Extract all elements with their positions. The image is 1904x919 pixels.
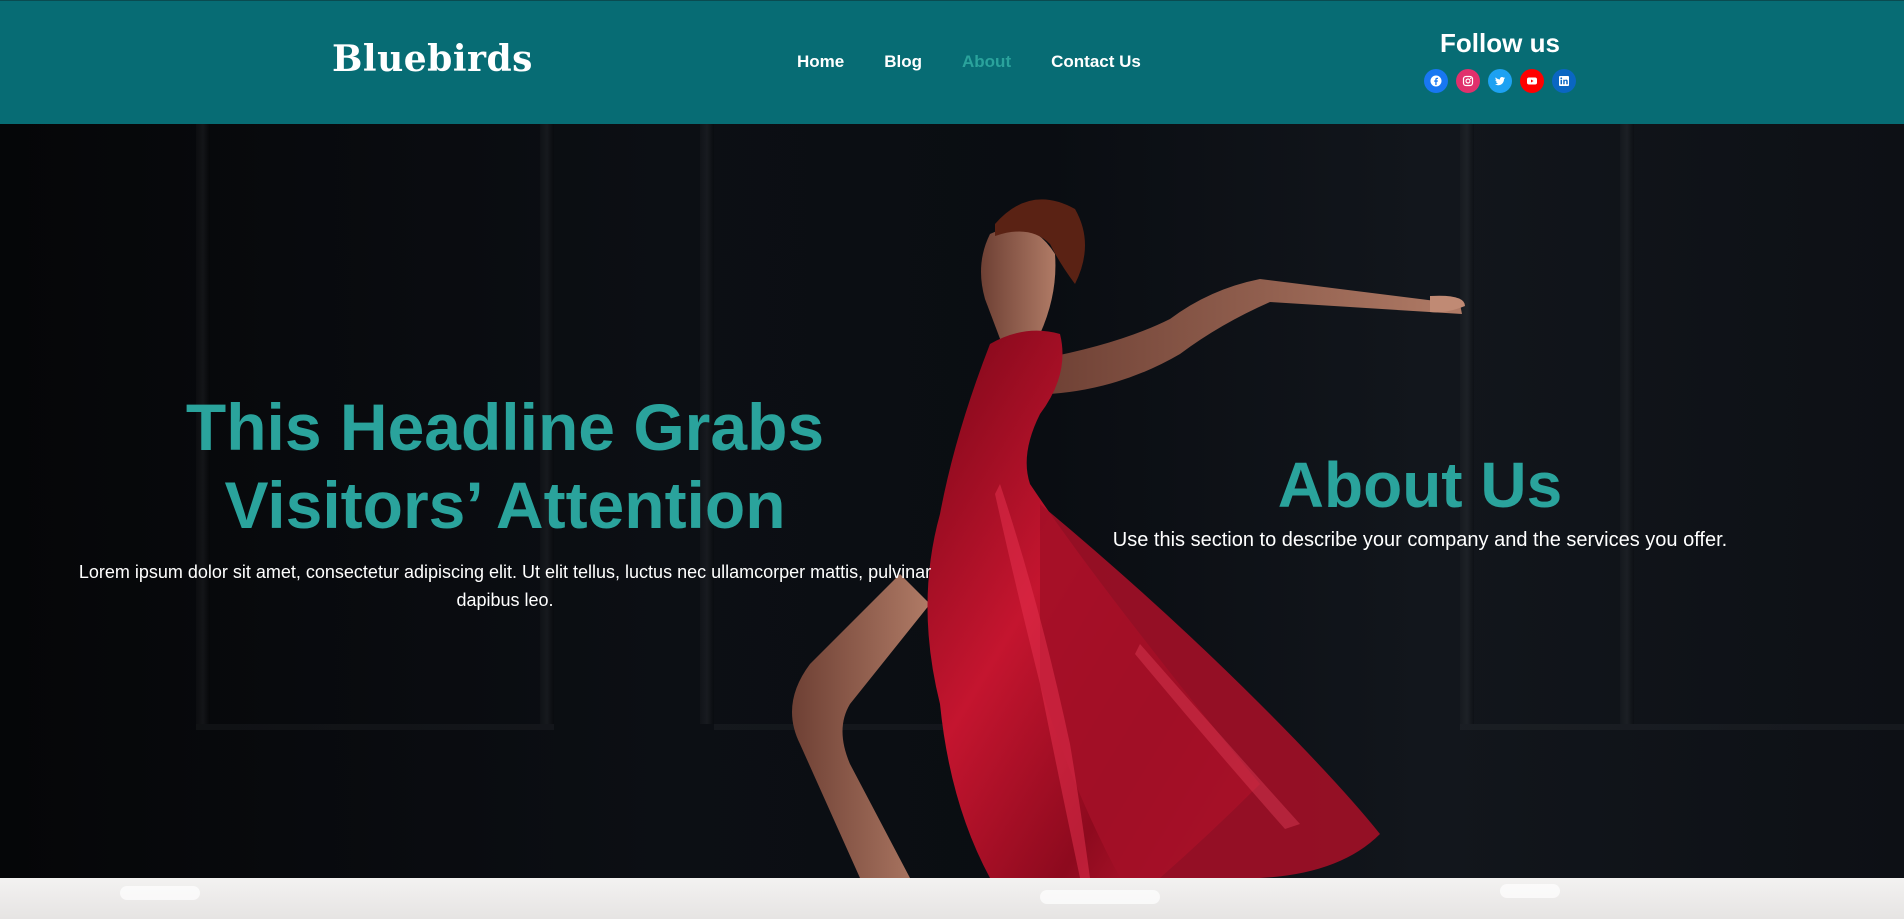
- hero-headline: This Headline Grabs Visitors’ Attention: [185, 390, 825, 542]
- wall-panel-edge: [1620, 124, 1634, 724]
- twitter-icon[interactable]: [1488, 69, 1512, 93]
- texture-stroke: [120, 886, 200, 900]
- nav-contact-us[interactable]: Contact Us: [1031, 50, 1161, 74]
- linkedin-icon[interactable]: [1552, 69, 1576, 93]
- site-logo[interactable]: Bluebirds: [332, 37, 533, 81]
- next-section-preview: [0, 878, 1904, 919]
- wall-panel-rail: [1634, 724, 1904, 730]
- youtube-icon[interactable]: [1520, 69, 1544, 93]
- social-icons: [1380, 69, 1620, 93]
- about-us-title: About Us: [1277, 449, 1563, 521]
- wall-panel-rail: [196, 724, 554, 730]
- texture-stroke: [1040, 890, 1160, 904]
- hero-lead-text: Lorem ipsum dolor sit amet, consectetur …: [78, 562, 932, 610]
- texture-stroke: [1500, 884, 1560, 898]
- nav-about[interactable]: About: [942, 50, 1031, 74]
- hero-section: This Headline Grabs Visitors’ Attention …: [0, 124, 1904, 878]
- facebook-icon[interactable]: [1424, 69, 1448, 93]
- about-us-description: Use this section to describe your compan…: [1112, 529, 1728, 551]
- instagram-icon[interactable]: [1456, 69, 1480, 93]
- nav-home[interactable]: Home: [777, 50, 864, 74]
- follow-us-title: Follow us: [1440, 28, 1560, 58]
- site-header: Bluebirds Home Blog About Contact Us Fol…: [0, 0, 1904, 124]
- follow-us-block: Follow us: [1380, 25, 1620, 93]
- nav-blog[interactable]: Blog: [864, 50, 942, 74]
- main-nav: Home Blog About Contact Us: [777, 50, 1161, 74]
